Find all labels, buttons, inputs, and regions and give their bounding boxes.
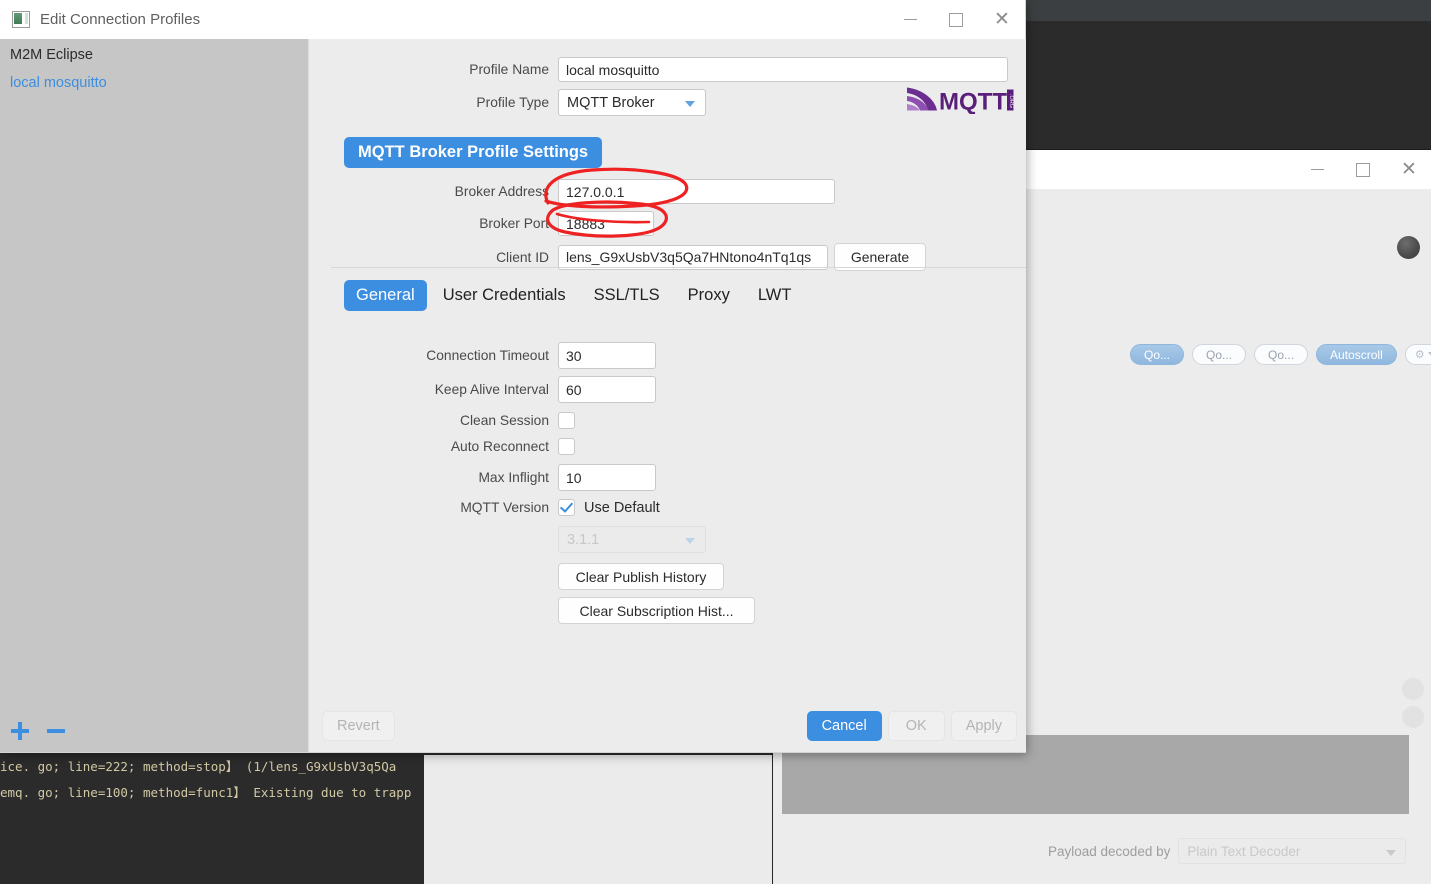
maximize-icon[interactable] (1340, 150, 1386, 189)
minus-icon[interactable] (46, 721, 66, 741)
screen-root: ...nifier.go ✕ ...anager.go ✕ LogManage.… (0, 0, 1431, 884)
console-log-panel: ice. go; line=222; method=stop】 (1/lens_… (0, 742, 424, 884)
console-log-line: ice. go; line=222; method=stop】 (1/lens_… (0, 759, 397, 774)
profile-name-label: Profile Name (469, 62, 549, 77)
tab-user-credentials[interactable]: User Credentials (431, 280, 578, 311)
ok-button[interactable]: OK (887, 711, 945, 741)
cancel-button[interactable]: Cancel (806, 711, 882, 741)
dialog-title-bar: Edit Connection Profiles ✕ (0, 0, 1025, 39)
message-action-circle-1[interactable] (1402, 678, 1424, 700)
mqtt-org-logo: MQTT .ORG (907, 87, 1014, 115)
revert-button[interactable]: Revert (322, 711, 395, 741)
broker-settings-form: Broker Address 127.0.0.1 Broker Port 188… (309, 179, 1026, 278)
profile-type-select[interactable]: MQTT Broker (558, 89, 706, 116)
clear-publish-history-row: Clear Publish History (309, 563, 1026, 590)
sidebar-item-local-mosquitto[interactable]: local mosquitto (0, 71, 308, 99)
mqtt-version-value: 3.1.1 (567, 531, 600, 548)
sidebar-item-m2m-eclipse[interactable]: M2M Eclipse (0, 39, 308, 71)
broker-port-input[interactable]: 18883 (558, 211, 654, 236)
profile-type-label: Profile Type (476, 95, 549, 110)
mqtt-version-select[interactable]: 3.1.1 (558, 526, 706, 553)
dialog-content: Profile Name local mosquitto Profile Typ… (308, 39, 1026, 752)
tab-proxy[interactable]: Proxy (676, 280, 742, 311)
dialog-footer: Revert Cancel OK Apply (308, 700, 1025, 752)
clean-session-checkbox[interactable] (558, 412, 575, 429)
qos-button-2[interactable]: Qo... (1254, 344, 1309, 365)
console-log-line: emq. go; line=100; method=func1】 Existin… (0, 785, 412, 800)
broker-port-row: Broker Port 18883 (309, 211, 1026, 236)
content-divider (331, 267, 1026, 268)
mqtt-version-row: MQTT Version Use Default (309, 499, 1026, 516)
settings-button[interactable]: ⚙ (1404, 344, 1431, 365)
tab-ssl-tls[interactable]: SSL/TLS (582, 280, 672, 311)
svg-text:.ORG: .ORG (1008, 94, 1014, 108)
payload-decoder-select[interactable]: Plain Text Decoder (1178, 838, 1407, 864)
client-id-input[interactable]: lens_G9xUsbV3q5Qa7HNtono4nTq1qs (558, 244, 828, 270)
connection-status-dot (1397, 236, 1420, 259)
settings-tab-bar: General User Credentials SSL/TLS Proxy L… (344, 280, 803, 311)
max-inflight-row: Max Inflight 10 (309, 464, 1026, 491)
app-icon (12, 11, 30, 28)
broker-address-input[interactable]: 127.0.0.1 (558, 179, 835, 204)
mqtt-version-label: MQTT Version (460, 500, 549, 515)
broker-address-label: Broker Address (454, 184, 549, 199)
auto-reconnect-label: Auto Reconnect (450, 439, 549, 454)
sidebar-footer (10, 721, 66, 741)
qos-button-1[interactable]: Qo... (1192, 344, 1247, 365)
clear-subscription-history-row: Clear Subscription Hist... (309, 597, 1026, 624)
autoscroll-button[interactable]: Autoscroll (1316, 344, 1397, 365)
gear-icon: ⚙ (1414, 349, 1425, 361)
dialog-window-controls: ✕ (887, 0, 1025, 39)
qos-button-0[interactable]: Qo... (1130, 344, 1185, 365)
use-default-label: Use Default (584, 499, 660, 516)
clean-session-row: Clean Session (309, 412, 1026, 429)
close-icon[interactable]: ✕ (979, 0, 1025, 39)
chevron-down-icon (1386, 850, 1397, 856)
clean-session-label: Clean Session (460, 413, 549, 428)
chevron-down-icon (685, 538, 695, 544)
keep-alive-interval-row: Keep Alive Interval 60 (309, 376, 1026, 403)
keep-alive-interval-input[interactable]: 60 (558, 376, 656, 403)
chevron-down-icon (685, 101, 695, 107)
connection-timeout-row: Connection Timeout 30 (309, 342, 1026, 369)
plus-icon[interactable] (10, 721, 30, 741)
client-toolbar: Qo... Qo... Qo... Autoscroll ⚙ (1130, 344, 1431, 365)
chevron-down-icon (1427, 352, 1431, 357)
maximize-icon[interactable] (933, 0, 979, 39)
profile-name-row: Profile Name local mosquitto (309, 57, 1026, 82)
tab-lwt[interactable]: LWT (746, 280, 804, 311)
auto-reconnect-checkbox[interactable] (558, 438, 575, 455)
clear-subscription-history-button[interactable]: Clear Subscription Hist... (558, 597, 755, 624)
broker-address-row: Broker Address 127.0.0.1 (309, 179, 1026, 204)
minimize-icon[interactable] (1294, 150, 1340, 189)
connection-timeout-label: Connection Timeout (426, 348, 549, 363)
mqtt-version-select-row: 3.1.1 (309, 526, 1026, 553)
apply-button[interactable]: Apply (950, 711, 1017, 741)
payload-decoder-row: Payload decoded by Plain Text Decoder (1048, 838, 1407, 864)
clear-publish-history-button[interactable]: Clear Publish History (558, 563, 724, 590)
minimize-icon[interactable] (887, 0, 933, 39)
profile-type-value: MQTT Broker (567, 94, 655, 111)
section-title-badge: MQTT Broker Profile Settings (344, 137, 603, 168)
profile-name-input[interactable]: local mosquitto (558, 57, 1008, 82)
max-inflight-input[interactable]: 10 (558, 464, 656, 491)
close-icon[interactable]: ✕ (1386, 150, 1431, 189)
svg-text:MQTT: MQTT (939, 89, 1007, 115)
profiles-sidebar: M2M Eclipse local mosquitto (0, 39, 308, 752)
message-action-circle-2[interactable] (1402, 706, 1424, 728)
auto-reconnect-row: Auto Reconnect (309, 438, 1026, 455)
payload-decoder-value: Plain Text Decoder (1187, 843, 1301, 859)
max-inflight-label: Max Inflight (478, 470, 549, 485)
dialog-title: Edit Connection Profiles (40, 11, 201, 28)
connection-timeout-input[interactable]: 30 (558, 342, 656, 369)
general-tab-form: Connection Timeout 30 Keep Alive Interva… (309, 342, 1026, 631)
edit-connection-profiles-dialog: Edit Connection Profiles ✕ M2M Eclipse l… (0, 0, 1026, 752)
client-id-label: Client ID (496, 249, 549, 265)
keep-alive-interval-label: Keep Alive Interval (434, 382, 549, 397)
use-default-checkbox[interactable] (558, 499, 575, 516)
payload-decoder-label: Payload decoded by (1048, 843, 1171, 859)
broker-port-label: Broker Port (479, 216, 549, 231)
background-mid-panel (424, 755, 773, 884)
tab-general[interactable]: General (344, 280, 427, 311)
